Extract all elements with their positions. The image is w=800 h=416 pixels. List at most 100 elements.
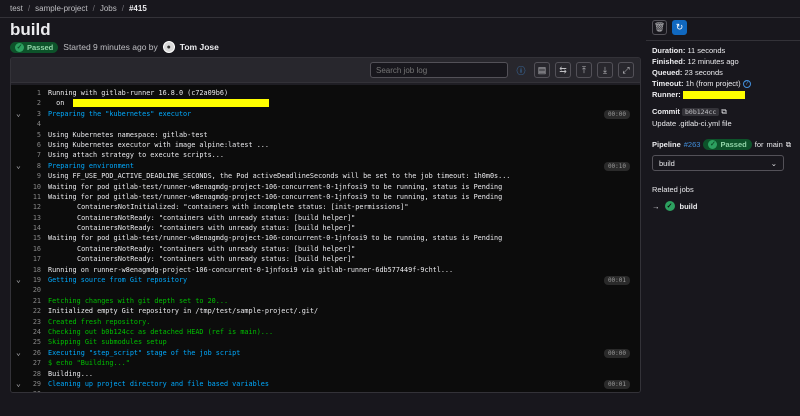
line-number[interactable]: 19 [31,275,41,285]
line-number[interactable]: 17 [31,254,41,264]
log-text: ContainersNotReady: "containers with unr… [77,244,356,253]
line-number[interactable]: 3 [31,109,41,119]
line-number[interactable]: 14 [31,223,41,233]
line-number[interactable]: 6 [31,140,41,150]
breadcrumb-separator: / [27,4,31,13]
line-number[interactable]: 16 [31,244,41,254]
pipeline-ref[interactable]: main [767,140,783,149]
log-text: Running with gitlab-runner 16.8.0 (c72a0… [48,89,229,97]
line-number[interactable]: 26 [31,348,41,358]
breadcrumb-item-current[interactable]: #415 [129,4,147,13]
line-number[interactable]: 18 [31,265,41,275]
status-badge[interactable]: ✓ Passed [10,41,59,53]
section-duration: 00:00 [603,348,630,358]
queued-label: Queued: [652,68,683,77]
commit-sha[interactable]: b0b124cc [682,108,720,116]
duration-label: Duration: [652,46,686,55]
page-title: build [10,20,51,39]
line-number[interactable]: 20 [31,285,41,295]
log-section-header[interactable]: ⌄ 3 Preparing the "kubernetes" executor 00:… [11,109,640,119]
help-icon[interactable]: ⓘ [513,62,529,78]
line-number[interactable]: 22 [31,306,41,316]
copy-icon[interactable]: ⧉ [786,140,791,150]
job-log-panel: ⓘ ▤ ⇆ ⤒ ⤓ ⤢ 1 Running with gitlab-runner … [10,57,641,393]
line-number[interactable]: 30 [31,389,41,392]
raw-log-button[interactable]: ▤ [534,62,550,78]
log-line: 15 Waiting for pod gitlab-test/runner-w8e… [11,233,640,243]
pipeline-link[interactable]: #263 [684,140,701,149]
line-number[interactable]: 13 [31,213,41,223]
help-icon[interactable]: ? [742,80,751,89]
log-text: Preparing environment [48,161,134,170]
log-section-header[interactable]: ⌄ 29 Cleaning up project directory and fil… [11,379,640,389]
line-number[interactable]: 21 [31,296,41,306]
status-badge-label: Passed [27,42,54,52]
chevron-down-icon[interactable]: ⌄ [16,379,21,389]
redaction-highlight [73,99,269,108]
commit-section: Commit b0b124cc ⧉ Update .gitlab-ci.yml … [652,106,798,129]
line-number[interactable]: 25 [31,337,41,347]
breadcrumb-item-jobs[interactable]: Jobs [100,4,117,13]
job-details: Duration: 11 seconds Finished: 12 minute… [652,45,798,100]
log-section-header[interactable]: ⌄ 19 Getting source from Git repository 00:… [11,275,640,286]
line-number[interactable]: 9 [31,171,41,181]
log-line: 27 $ echo "Building..." [11,358,640,368]
pipeline-status-label: Passed [720,140,747,149]
breadcrumb-separator: / [121,4,124,13]
log-line: 6 Using Kubernetes executor with image al… [11,140,640,150]
scroll-wrap-button[interactable]: ⇆ [555,62,571,78]
line-number[interactable]: 11 [31,192,41,202]
commit-message[interactable]: Update .gitlab-ci.yml file [652,118,798,129]
line-number[interactable]: 8 [31,161,41,171]
line-number[interactable]: 15 [31,233,41,243]
scroll-bottom-icon[interactable]: ⤓ [597,62,613,78]
log-section-header[interactable]: ⌄ 26 Executing "step_script" stage of the … [11,348,640,358]
log-text: Building... [48,369,94,378]
pipeline-status-badge[interactable]: ✓ Passed [703,139,752,150]
author-link[interactable]: Tom Jose [180,42,219,52]
check-icon: ✓ [664,201,675,211]
line-number[interactable]: 28 [31,369,41,379]
line-number[interactable]: 29 [31,379,41,389]
copy-icon[interactable]: ⧉ [721,107,726,116]
timeout-label: Timeout: [652,79,684,88]
log-line: 10 Waiting for pod gitlab-test/runner-w8e… [11,182,640,192]
line-number[interactable]: 7 [31,150,41,160]
line-number[interactable]: 5 [31,130,41,140]
chevron-down-icon[interactable]: ⌄ [16,109,21,119]
trash-icon[interactable]: 🗑 [652,20,667,35]
breadcrumb-item-project[interactable]: sample-project [35,4,87,13]
chevron-down-icon[interactable]: ⌄ [16,348,21,358]
line-number[interactable]: 1 [31,88,41,98]
line-number[interactable]: 27 [31,358,41,368]
log-line: 23 Created fresh repository. [11,317,640,327]
log-text: ContainersNotReady: "containers with unr… [77,224,356,233]
search-job-log-input[interactable] [370,62,508,78]
line-number[interactable]: 12 [31,202,41,212]
avatar[interactable]: ● [162,41,175,53]
log-text: ContainersNotInitialized: "containers wi… [77,203,409,212]
line-number[interactable]: 2 [31,98,41,108]
line-number[interactable]: 10 [31,182,41,192]
line-number[interactable]: 4 [31,119,41,129]
stage-select[interactable]: build ⌄ [652,155,784,171]
related-job-name: build [679,201,698,211]
finished-label: Finished: [652,57,686,66]
line-number[interactable]: 23 [31,317,41,327]
fullscreen-icon[interactable]: ⤢ [618,62,634,78]
chevron-down-icon[interactable]: ⌄ [16,161,21,171]
log-text: Created fresh repository. [48,317,151,326]
log-text: $ echo "Building..." [48,359,130,368]
log-toolbar: ⓘ ▤ ⇆ ⤒ ⤓ ⤢ [11,58,640,83]
log-text: Waiting for pod gitlab-test/runner-w8ena… [48,182,503,191]
log-text: Using FF_USE_POD_ACTIVE_DEADLINE_SECONDS… [48,172,511,181]
retry-icon[interactable]: ↻ [672,20,687,35]
chevron-down-icon[interactable]: ⌄ [16,275,21,285]
related-job-item[interactable]: → ✓ build [652,201,798,211]
log-text: Checking out b0b124cc as detached HEAD (… [48,327,274,336]
scroll-top-icon[interactable]: ⤒ [576,62,592,78]
line-number[interactable]: 24 [31,327,41,337]
breadcrumb-item-group[interactable]: test [10,4,23,13]
log-text: Waiting for pod gitlab-test/runner-w8ena… [48,192,503,201]
log-section-header[interactable]: ⌄ 8 Preparing environment 00:10 [11,161,640,171]
